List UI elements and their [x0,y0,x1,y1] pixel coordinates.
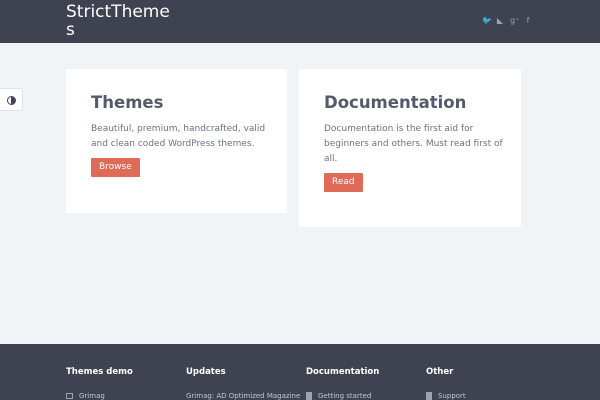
footer-link[interactable]: Getting started [306,392,371,400]
footer-link[interactable]: Grimag [66,392,105,400]
site-footer: Themes demo Grimag Updates Grimag: AD Op… [0,344,600,400]
site-header: StrictThemes 🐦 ◣ g⁺ f [0,0,600,43]
document-icon [306,392,312,400]
footer-link-label: Grimag [79,392,105,400]
footer-heading: Other [426,367,454,377]
monitor-icon [66,393,73,399]
footer-link-label: Getting started [318,392,372,400]
documentation-card: Documentation Documentation is the first… [299,69,521,227]
read-button[interactable]: Read [324,173,363,192]
browse-button[interactable]: Browse [91,158,140,177]
card-title: Themes [91,93,164,112]
footer-link-label: Support [438,392,466,400]
card-title: Documentation [324,93,467,112]
footer-heading: Documentation [306,367,380,377]
twitter-icon[interactable]: 🐦 [482,15,492,27]
footer-link[interactable]: Support [426,392,466,400]
footer-link[interactable]: Grimag: AD Optimized Magazine [186,392,300,400]
google-plus-icon[interactable]: g⁺ [510,15,519,27]
site-logo[interactable]: StrictThemes [66,3,174,39]
social-links: 🐦 ◣ g⁺ f [482,15,532,27]
card-text: Beautiful, premium, handcrafted, valid a… [91,124,266,149]
footer-link-label: Grimag: AD Optimized Magazine [186,392,301,400]
rss-icon[interactable]: ◣ [496,15,504,27]
card-text: Documentation is the first aid for begin… [324,124,503,164]
contrast-icon [7,96,16,105]
themes-card: Themes Beautiful, premium, handcrafted, … [66,69,287,213]
contrast-toggle-button[interactable] [0,88,23,111]
facebook-icon[interactable]: f [524,15,532,27]
footer-heading: Themes demo [66,367,133,377]
footer-heading: Updates [186,367,226,377]
document-icon [426,392,432,400]
